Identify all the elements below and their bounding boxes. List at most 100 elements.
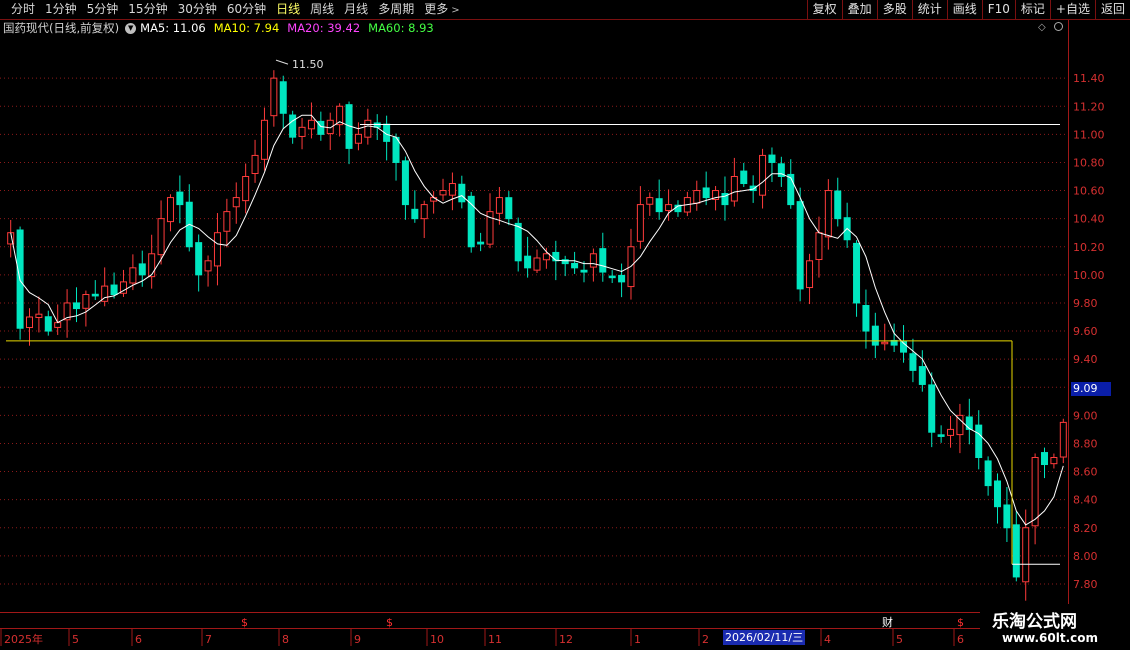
y-tick-label-14: 10.60 [1073, 185, 1105, 198]
candle-body-55 [524, 255, 532, 269]
x-tick-label-10: 2 [702, 633, 709, 646]
candle-body-100 [947, 428, 955, 436]
candle-body-65 [618, 274, 626, 283]
candle-body-105 [994, 480, 1002, 508]
candle-body-13 [129, 267, 137, 284]
candle-body-9 [91, 293, 99, 297]
event-mark-3[interactable]: $ [957, 616, 964, 629]
candle-body-24 [232, 197, 240, 208]
y-tick-label-8: 9.40 [1073, 353, 1098, 366]
candle-body-21 [204, 260, 212, 272]
candle-body-87 [824, 190, 832, 238]
watermark-url: www.60lt.com [1002, 631, 1099, 645]
watermark-title: 乐淘公式网 [992, 612, 1077, 632]
candle-body-86 [815, 232, 823, 261]
candle-body-28 [270, 77, 278, 117]
y-tick-label-15: 10.80 [1073, 156, 1105, 169]
candle-body-96 [909, 353, 917, 371]
candle-body-15 [148, 253, 156, 278]
candle-body-23 [223, 211, 231, 232]
candle-body-98 [928, 384, 936, 433]
x-tick-label-6: 10 [430, 633, 444, 646]
candle-body-53 [505, 197, 513, 220]
candle-body-69 [655, 198, 663, 213]
event-mark-2[interactable]: 财 [882, 615, 893, 629]
candle-body-22 [213, 232, 221, 267]
event-mark-1[interactable]: $ [386, 616, 393, 629]
candle-body-44 [420, 204, 428, 220]
candle-body-56 [533, 257, 541, 271]
x-tick-label-8: 12 [559, 633, 573, 646]
candle-body-78 [740, 170, 748, 185]
candle-body-109 [1031, 457, 1039, 527]
candle-body-90 [853, 242, 861, 304]
candle-body-20 [195, 242, 203, 276]
candle-body-31 [298, 126, 306, 137]
candle-body-91 [862, 305, 870, 332]
current-price-tag: 9.09 [1071, 382, 1111, 396]
candle-body-30 [289, 114, 297, 138]
x-tick-label-9: 1 [634, 633, 641, 646]
y-tick-label-9: 9.60 [1073, 325, 1098, 338]
kline-chart[interactable]: 7.808.008.208.408.608.809.009.209.409.60… [0, 0, 1130, 650]
candle-body-83 [787, 173, 795, 206]
candle-body-43 [411, 208, 419, 220]
candle-body-42 [401, 160, 409, 206]
x-tick-label-1: 5 [72, 633, 79, 646]
candle-body-37 [354, 133, 362, 144]
y-tick-label-12: 10.20 [1073, 241, 1105, 254]
candle-body-47 [448, 183, 456, 196]
candle-body-70 [665, 204, 673, 212]
y-tick-label-4: 8.60 [1073, 466, 1098, 479]
candle-body-4 [44, 316, 52, 332]
candle-body-50 [477, 241, 485, 245]
candle-body-85 [806, 260, 814, 289]
candle-body-64 [608, 275, 616, 279]
candle-body-18 [176, 191, 184, 206]
candle-body-67 [636, 204, 644, 242]
candle-body-81 [768, 154, 776, 163]
candle-body-52 [495, 197, 503, 214]
date-cursor-label: 2026/02/11/三 [723, 630, 806, 645]
candle-body-25 [242, 176, 250, 202]
candle-body-60 [571, 262, 579, 269]
candle-body-62 [589, 253, 597, 268]
high-annotation-label: 11.50 [292, 58, 324, 71]
candle-body-5 [54, 322, 62, 328]
candle-body-2 [25, 316, 33, 329]
candle-body-88 [834, 190, 842, 220]
high-annotation-pointer [275, 59, 289, 65]
candle-body-38 [364, 119, 372, 138]
y-tick-label-16: 11.00 [1073, 128, 1105, 141]
candle-body-46 [439, 190, 447, 196]
candle-body-104 [984, 460, 992, 487]
y-tick-label-5: 8.80 [1073, 437, 1098, 450]
candle-body-77 [730, 176, 738, 202]
candle-body-84 [796, 201, 804, 290]
candle-body-108 [1022, 527, 1030, 583]
candle-body-7 [72, 302, 80, 310]
candle-body-57 [542, 253, 550, 261]
x-tick-label-11: 4 [824, 633, 831, 646]
event-mark-0[interactable]: $ [241, 616, 248, 629]
candle-body-111 [1050, 457, 1058, 465]
candle-body-97 [918, 366, 926, 385]
candle-body-63 [599, 248, 607, 273]
candle-body-17 [166, 197, 174, 223]
y-tick-label-2: 8.20 [1073, 522, 1098, 535]
x-tick-label-7: 11 [488, 633, 502, 646]
x-tick-label-13: 6 [957, 633, 964, 646]
x-tick-label-3: 7 [205, 633, 212, 646]
candle-body-107 [1012, 524, 1020, 578]
candle-body-92 [871, 325, 879, 346]
candle-body-29 [279, 81, 287, 114]
candle-body-3 [35, 313, 43, 319]
x-tick-label-0: 2025年 [4, 632, 43, 646]
candle-body-73 [693, 190, 701, 204]
y-tick-label-10: 9.80 [1073, 297, 1098, 310]
ma-line [10, 114, 1064, 526]
y-tick-label-13: 10.40 [1073, 213, 1105, 226]
candle-body-106 [1003, 504, 1011, 529]
candle-body-32 [307, 119, 315, 130]
y-tick-label-1: 8.00 [1073, 550, 1098, 563]
